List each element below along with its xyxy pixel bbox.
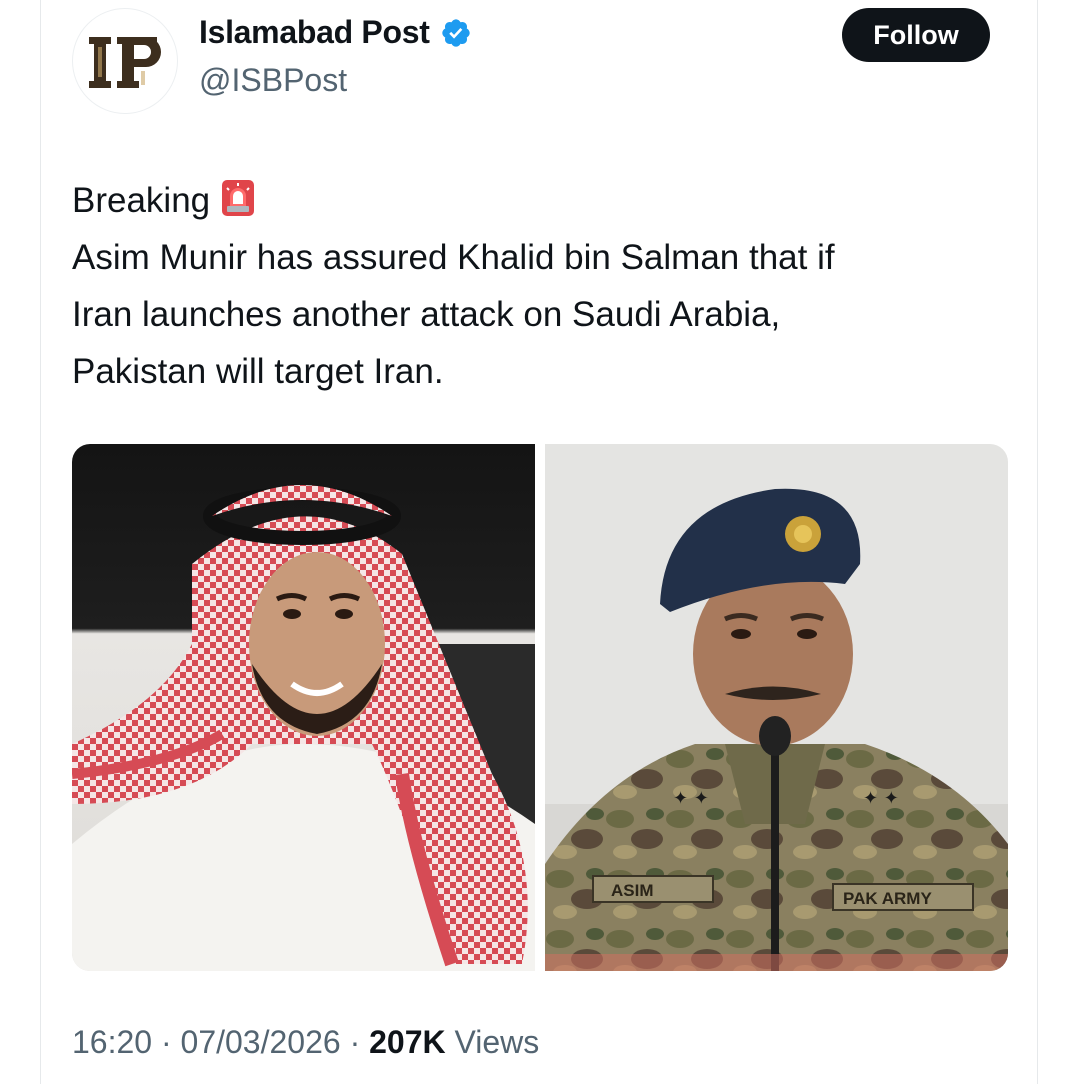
general-portrait-image: ASIM PAK ARMY ✦ ✦ ✦ ✦ — [545, 444, 1008, 971]
keffiyeh-portrait-image — [72, 444, 535, 971]
follow-button[interactable]: Follow — [842, 8, 990, 62]
verified-badge-icon — [441, 18, 470, 47]
name-patch-right: PAK ARMY — [843, 889, 932, 908]
tweet-media[interactable]: ASIM PAK ARMY ✦ ✦ ✦ ✦ — [72, 444, 1008, 971]
rank-stars-right-icon: ✦ ✦ — [863, 788, 899, 809]
islamabad-post-logo-icon — [80, 16, 170, 106]
tweet-page: Islamabad Post @ISBPost Follow Breaking … — [0, 0, 1080, 1084]
tweet-line-1: Breaking — [72, 172, 1012, 229]
views-count: 207K — [369, 1024, 446, 1060]
tweet-line-3: Iran launches another attack on Saudi Ar… — [72, 295, 781, 334]
name-patch-left: ASIM — [611, 881, 654, 900]
tweet-line-4: Pakistan will target Iran. — [72, 352, 444, 391]
tweet-time[interactable]: 16:20 — [72, 1024, 152, 1060]
account-avatar[interactable] — [72, 8, 178, 114]
account-handle[interactable]: @ISBPost — [199, 62, 347, 99]
media-image-left[interactable] — [72, 444, 535, 971]
media-image-right[interactable]: ASIM PAK ARMY ✦ ✦ ✦ ✦ — [545, 444, 1008, 971]
tweet-line-2: Asim Munir has assured Khalid bin Salman… — [72, 238, 835, 277]
tweet-date[interactable]: 07/03/2026 — [181, 1024, 341, 1060]
views-label: Views — [454, 1024, 540, 1060]
tweet-text: Breaking Asim Munir has assured Khalid b… — [72, 172, 1012, 400]
meta-separator: · — [160, 1024, 172, 1060]
police-siren-icon — [222, 180, 255, 216]
tweet-meta: 16:20 · 07/03/2026 · 207K Views — [72, 1024, 539, 1061]
display-name-row[interactable]: Islamabad Post — [199, 14, 472, 51]
rank-stars-left-icon: ✦ ✦ — [673, 788, 709, 809]
meta-separator: · — [349, 1024, 361, 1060]
display-name[interactable]: Islamabad Post — [199, 14, 430, 51]
